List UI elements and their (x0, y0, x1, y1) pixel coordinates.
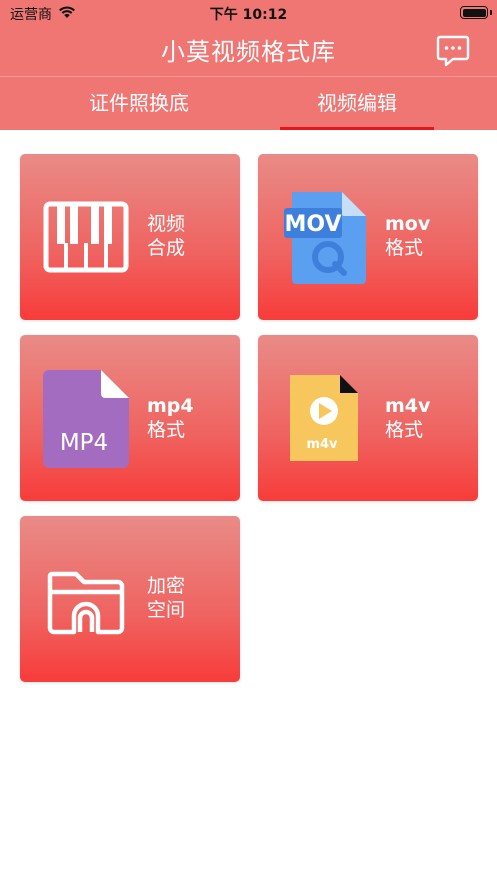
tile-m4v-format[interactable]: m4v m4v 格式 (258, 335, 478, 501)
page-title: 小莫视频格式库 (161, 38, 336, 66)
app-header: 运营商 下午 10:12 小莫视频格式库 证件照换底 视频编辑 (0, 0, 497, 130)
mp4-icon-text: MP4 (60, 430, 108, 456)
tile-video-compose[interactable]: 视频 合成 (20, 154, 240, 320)
tab-bar: 证件照换底 视频编辑 (0, 77, 497, 130)
tile-label-line2: 格式 (385, 237, 424, 259)
locked-folder-icon (47, 571, 125, 635)
m4v-file-icon: m4v (290, 375, 358, 461)
tile-label: mp4 格式 (147, 394, 237, 442)
tab-id-photo-background[interactable]: 证件照换底 (20, 77, 258, 130)
tile-label: mov 格式 (385, 212, 475, 260)
tile-mp4-format[interactable]: MP4 mp4 格式 (20, 335, 240, 501)
mov-icon-text: MOV (284, 212, 341, 237)
tile-label-line1: mp4 (147, 395, 194, 417)
tile-label-line1: mov (385, 213, 431, 235)
tile-label-line1: m4v (385, 395, 431, 417)
battery-tip (490, 10, 492, 15)
status-bar: 运营商 下午 10:12 (0, 0, 497, 26)
tab-selected-indicator (280, 127, 434, 130)
tile-label-line2: 格式 (147, 419, 186, 441)
tile-label-line2: 合成 (147, 237, 186, 259)
tile-label-line1: 视频 (147, 213, 186, 235)
piano-keys-icon (43, 201, 129, 273)
tile-label-line2: 格式 (385, 419, 424, 441)
tile-label: 加密 空间 (147, 574, 237, 622)
tile-label: m4v 格式 (385, 394, 475, 442)
mov-file-icon: MOV (284, 192, 366, 284)
tab-video-edit[interactable]: 视频编辑 (258, 77, 456, 130)
tile-label-line1: 加密 (147, 575, 186, 597)
tile-encrypted-space[interactable]: 加密 空间 (20, 516, 240, 682)
chat-bubble-icon[interactable] (436, 35, 470, 67)
mp4-file-icon: MP4 (43, 370, 129, 468)
tile-label-line2: 空间 (147, 599, 186, 621)
tile-label: 视频 合成 (147, 212, 237, 260)
tile-mov-format[interactable]: MOV mov 格式 (258, 154, 478, 320)
status-time: 下午 10:12 (209, 7, 288, 23)
m4v-icon-text: m4v (306, 437, 338, 452)
battery-icon (460, 6, 488, 19)
